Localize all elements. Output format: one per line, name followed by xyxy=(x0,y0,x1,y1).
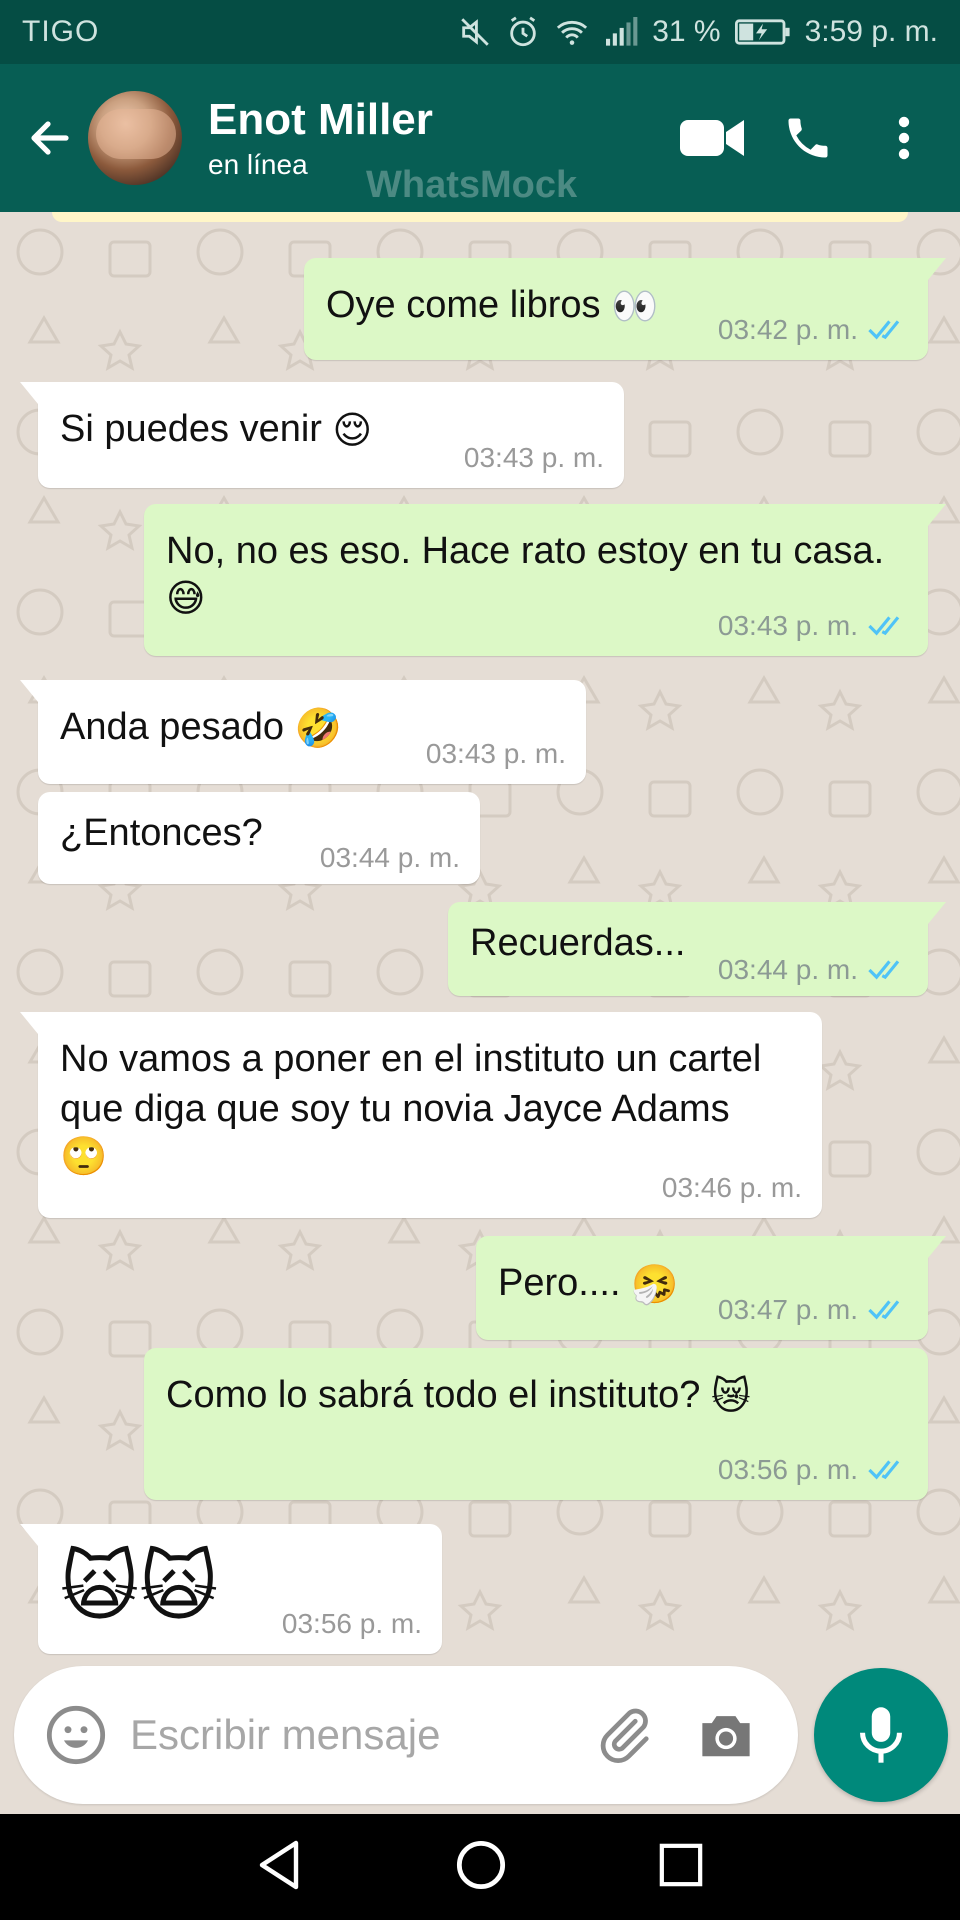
voice-message-button[interactable] xyxy=(814,1668,948,1802)
message-outgoing[interactable]: No, no es eso. Hace rato estoy en tu cas… xyxy=(144,504,946,656)
message-meta: 03:47 p. m. xyxy=(718,1294,908,1326)
eyes-emoji-icon: 👀 xyxy=(611,285,659,328)
double-check-read-icon xyxy=(868,1460,900,1480)
message-outgoing[interactable]: Como lo sabrá todo el instituto? 😿 03:56… xyxy=(144,1348,928,1500)
wifi-icon xyxy=(554,15,590,49)
message-input[interactable] xyxy=(130,1711,570,1759)
double-check-read-icon xyxy=(868,1300,900,1320)
carrier-label: TIGO xyxy=(22,15,100,48)
message-text: ¿Entonces? xyxy=(60,812,263,854)
message-outgoing[interactable]: Pero.... 🤧 03:47 p. m. xyxy=(476,1236,946,1340)
chat-area[interactable]: Oye come libros 👀 03:42 p. m. Si puedes … xyxy=(0,212,960,1666)
crying-cat-emoji-icon: 😿 xyxy=(710,1376,751,1419)
double-check-read-icon xyxy=(868,960,900,980)
message-time: 03:43 p. m. xyxy=(717,610,858,641)
message-text: Si puedes venir xyxy=(60,408,322,450)
message-meta: 03:56 p. m. xyxy=(718,1454,908,1486)
contact-name: Enot Miller xyxy=(208,95,433,144)
signal-icon xyxy=(604,17,638,47)
message-meta: 03:42 p. m. xyxy=(718,314,908,346)
message-text: No, no es eso. Hace rato estoy en tu cas… xyxy=(166,530,885,572)
message-meta: 03:43 p. m. xyxy=(426,738,566,770)
message-text: Oye come libros xyxy=(326,284,601,326)
emoji-icon xyxy=(46,1705,106,1765)
nav-recents-icon xyxy=(660,1843,703,1886)
weary-cat-emoji-icon: 🙀🙀 xyxy=(60,1545,219,1630)
nav-home-icon xyxy=(456,1840,506,1889)
mic-icon xyxy=(860,1707,902,1763)
attach-icon xyxy=(600,1708,649,1764)
more-options-icon xyxy=(898,116,910,160)
video-call-button[interactable] xyxy=(664,90,760,186)
camera-button[interactable] xyxy=(686,1695,766,1775)
previous-message-edge xyxy=(52,212,908,222)
nav-back-button[interactable] xyxy=(256,1839,304,1896)
nav-recents-button[interactable] xyxy=(658,1842,704,1893)
message-time: 03:47 p. m. xyxy=(717,1294,858,1325)
message-meta: 03:46 p. m. xyxy=(662,1172,802,1204)
message-time: 03:43 p. m. xyxy=(425,738,566,769)
message-text: Anda pesado xyxy=(60,706,284,748)
message-time: 03:56 p. m. xyxy=(281,1608,422,1639)
message-composer xyxy=(14,1666,798,1804)
rolling-laughing-emoji-icon: 🤣 xyxy=(294,707,342,750)
message-time: 03:44 p. m. xyxy=(717,954,858,985)
attach-button[interactable] xyxy=(584,1695,664,1775)
message-incoming[interactable]: 🙀🙀 03:56 p. m. xyxy=(20,1524,442,1654)
double-check-read-icon xyxy=(868,616,900,636)
chat-header: Enot Miller en línea WhatsMock xyxy=(0,64,960,212)
message-text: Como lo sabrá todo el instituto? xyxy=(166,1374,701,1416)
grinning-sweat-emoji-icon: 😅 xyxy=(166,578,206,621)
watermark: WhatsMock xyxy=(366,164,578,206)
back-arrow-icon xyxy=(31,121,69,155)
phone-icon xyxy=(788,118,828,158)
status-bar: TIGO 31 % 3:59 p. m. xyxy=(0,0,960,64)
battery-percent: 31 % xyxy=(652,15,721,48)
message-meta: 03:44 p. m. xyxy=(718,954,908,986)
relieved-face-emoji-icon: 😌 xyxy=(332,410,373,453)
message-time: 03:44 p. m. xyxy=(319,842,460,873)
status-icons: 31 % 3:59 p. m. xyxy=(458,15,938,49)
alarm-icon xyxy=(506,15,540,49)
eye-roll-emoji-icon: 🙄 xyxy=(60,1135,108,1178)
message-meta: 03:43 p. m. xyxy=(718,610,908,642)
battery-charging-icon xyxy=(734,18,791,46)
voice-call-button[interactable] xyxy=(760,90,856,186)
message-meta: 03:56 p. m. xyxy=(282,1608,422,1640)
avatar[interactable] xyxy=(88,91,182,185)
message-text: No vamos a poner en el instituto un cart… xyxy=(60,1038,762,1130)
message-meta: 03:44 p. m. xyxy=(320,842,460,874)
message-incoming[interactable]: Anda pesado 🤣 03:43 p. m. xyxy=(20,680,586,784)
message-incoming[interactable]: Si puedes venir 😌 03:43 p. m. xyxy=(20,382,624,488)
clock-time: 3:59 p. m. xyxy=(804,15,938,48)
nav-home-button[interactable] xyxy=(455,1839,507,1896)
camera-icon xyxy=(702,1716,750,1757)
nav-back-icon xyxy=(259,1840,298,1889)
message-meta: 03:43 p. m. xyxy=(464,442,604,474)
message-outgoing[interactable]: Oye come libros 👀 03:42 p. m. xyxy=(304,258,946,360)
more-options-button[interactable] xyxy=(856,90,952,186)
message-text: Recuerdas... xyxy=(470,922,686,964)
message-time: 03:42 p. m. xyxy=(717,314,858,345)
back-button[interactable] xyxy=(14,102,86,174)
sneezing-face-emoji-icon: 🤧 xyxy=(631,1263,679,1306)
message-time: 03:46 p. m. xyxy=(661,1172,802,1203)
double-check-read-icon xyxy=(868,320,900,340)
message-outgoing[interactable]: Recuerdas... 03:44 p. m. xyxy=(448,902,946,996)
message-time: 03:56 p. m. xyxy=(717,1454,858,1485)
system-nav-bar xyxy=(0,1814,960,1920)
message-text: Pero.... xyxy=(498,1262,621,1304)
message-incoming[interactable]: ¿Entonces? 03:44 p. m. xyxy=(38,792,480,884)
message-time: 03:43 p. m. xyxy=(463,442,604,473)
emoji-button[interactable] xyxy=(44,1703,108,1767)
video-call-icon xyxy=(680,120,744,156)
message-incoming[interactable]: No vamos a poner en el instituto un cart… xyxy=(20,1012,822,1218)
mute-icon xyxy=(458,15,492,49)
